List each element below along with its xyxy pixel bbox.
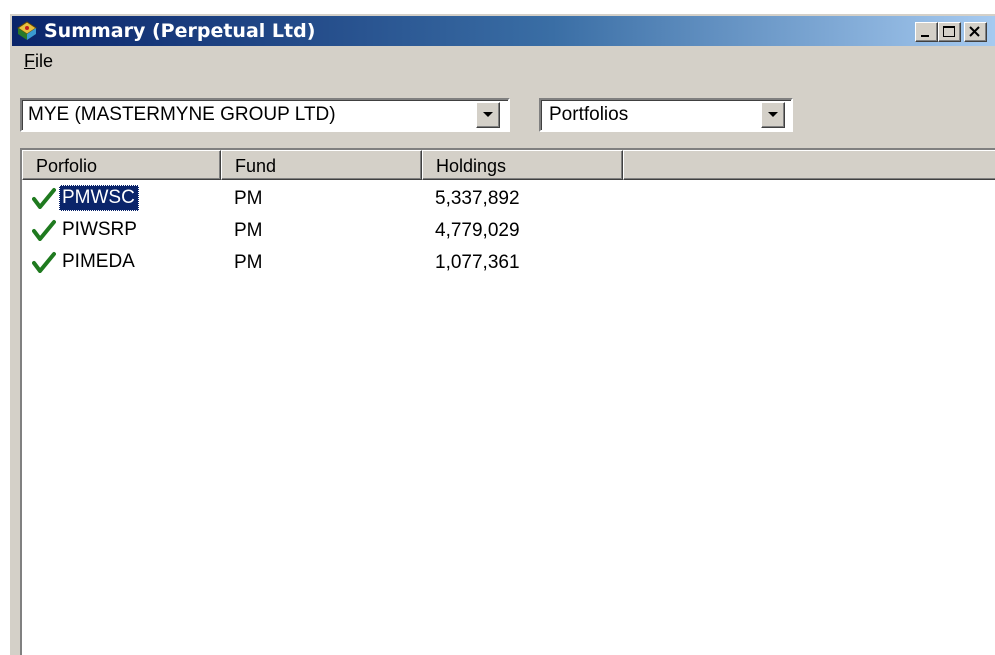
window-title: Summary (Perpetual Ltd): [44, 20, 316, 42]
chevron-down-icon: [768, 112, 778, 117]
summary-window: Summary (Perpetual Ltd) File MYE (MASTER…: [8, 12, 995, 655]
app-icon: [17, 21, 37, 40]
fund-cell: PM: [234, 220, 263, 241]
holdings-cell: 4,779,029: [435, 220, 520, 241]
table-row[interactable]: PMWSC PM 5,337,892: [22, 182, 995, 214]
portfolio-name[interactable]: PIMEDA: [59, 249, 139, 275]
chevron-down-icon: [483, 112, 493, 117]
company-select-value: MYE (MASTERMYNE GROUP LTD): [28, 104, 336, 125]
column-header-portfolio[interactable]: Porfolio: [22, 150, 221, 180]
list-rows: PMWSC PM 5,337,892 PIWSRP PM 4,779,029 P…: [22, 182, 995, 278]
close-icon: [969, 26, 980, 37]
check-icon: [32, 220, 56, 241]
menu-bar: File: [12, 47, 995, 75]
view-select[interactable]: Portfolios: [539, 98, 793, 132]
portfolio-name[interactable]: PIWSRP: [59, 217, 141, 243]
list-header: Porfolio Fund Holdings: [22, 150, 995, 180]
menu-file[interactable]: File: [24, 51, 53, 72]
maximize-button[interactable]: [938, 22, 961, 42]
portfolio-name[interactable]: PMWSC: [59, 185, 139, 211]
column-header-filler: [623, 150, 995, 180]
view-select-dropdown-button[interactable]: [761, 102, 785, 128]
holdings-cell: 5,337,892: [435, 188, 520, 209]
minimize-icon: [921, 35, 929, 37]
company-select-dropdown-button[interactable]: [476, 102, 500, 128]
table-row[interactable]: PIWSRP PM 4,779,029: [22, 214, 995, 246]
close-button[interactable]: [964, 22, 987, 42]
check-icon: [32, 252, 56, 273]
holdings-cell: 1,077,361: [435, 252, 520, 273]
minimize-button[interactable]: [915, 22, 938, 42]
menu-file-label: ile: [35, 51, 54, 71]
table-row[interactable]: PIMEDA PM 1,077,361: [22, 246, 995, 278]
menu-file-mnemonic: F: [24, 51, 35, 71]
view-select-value: Portfolios: [549, 104, 629, 125]
maximize-icon: [943, 26, 955, 37]
column-header-holdings[interactable]: Holdings: [422, 150, 623, 180]
fund-cell: PM: [234, 252, 263, 273]
portfolio-list[interactable]: Porfolio Fund Holdings PMWSC PM 5,337,89…: [20, 148, 995, 655]
title-bar[interactable]: Summary (Perpetual Ltd): [12, 16, 995, 46]
check-icon: [32, 188, 56, 209]
fund-cell: PM: [234, 188, 263, 209]
company-select[interactable]: MYE (MASTERMYNE GROUP LTD): [20, 98, 510, 132]
column-header-fund[interactable]: Fund: [221, 150, 422, 180]
